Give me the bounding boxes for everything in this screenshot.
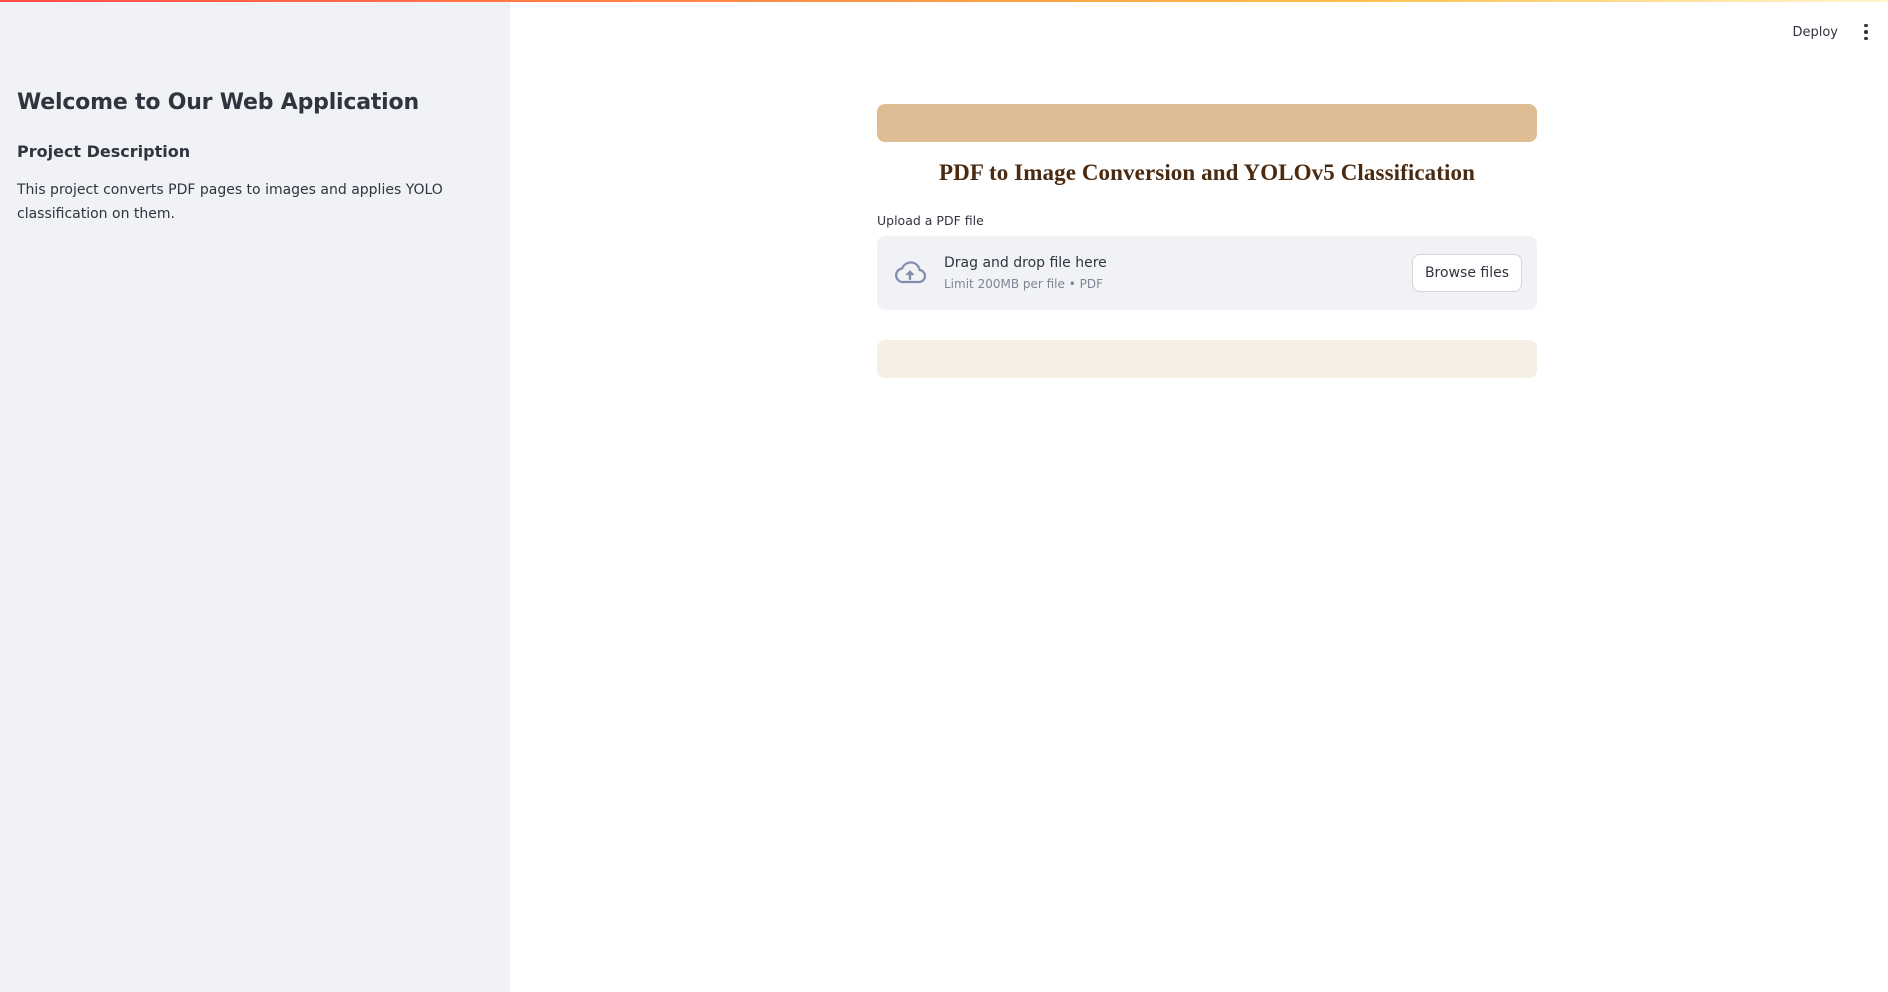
dropzone-text: Drag and drop file here Limit 200MB per … <box>944 255 1107 291</box>
deploy-button[interactable]: Deploy <box>1782 19 1848 46</box>
vertical-dots-icon[interactable] <box>1854 18 1878 46</box>
dropzone-instruction: Drag and drop file here <box>944 255 1107 271</box>
browse-files-button[interactable]: Browse files <box>1411 254 1522 292</box>
dropzone-limit: Limit 200MB per file • PDF <box>944 277 1103 291</box>
banner-bar <box>877 104 1537 142</box>
sidebar-title: Welcome to Our Web Application <box>17 90 419 115</box>
header-toolbar: Deploy <box>1782 18 1888 46</box>
main-content: PDF to Image Conversion and YOLOv5 Class… <box>877 104 1537 378</box>
top-decoration-bar <box>0 0 1888 2</box>
upload-label: Upload a PDF file <box>877 213 984 228</box>
file-dropzone[interactable]: Drag and drop file here Limit 200MB per … <box>877 236 1537 310</box>
sidebar-subtitle: Project Description <box>17 142 191 161</box>
page-title: PDF to Image Conversion and YOLOv5 Class… <box>938 160 1476 185</box>
cloud-upload-icon <box>895 261 927 284</box>
sidebar: Welcome to Our Web Application Project D… <box>0 0 510 992</box>
sidebar-description: This project converts PDF pages to image… <box>17 182 443 222</box>
info-bar <box>877 340 1537 378</box>
